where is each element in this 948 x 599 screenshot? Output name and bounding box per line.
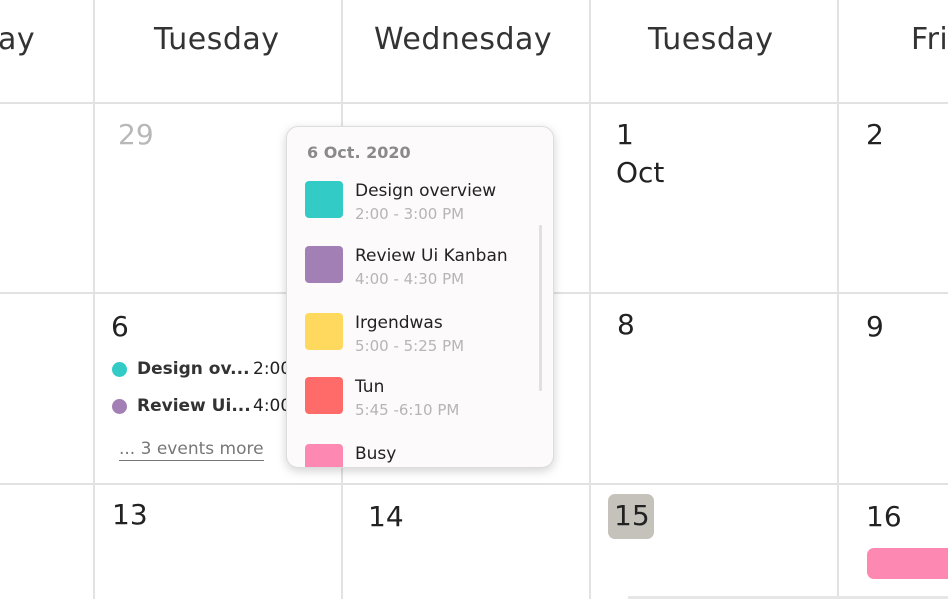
grid-vline [589,0,591,599]
cell-event-title: Review Ui... [137,396,251,416]
cell-event-review-ui[interactable]: Review Ui... 4:00 [112,395,291,417]
popup-event-title: Busy [355,444,397,464]
cell-event-title: Design ov... [137,359,250,379]
date-cell-1[interactable]: 1 [616,117,634,153]
popup-event-time: 5:45 -6:10 PM [355,401,460,419]
popup-event-time: 2:00 - 3:00 PM [355,205,465,223]
popup-event-title: Review Ui Kanban [355,246,508,266]
date-cell-8[interactable]: 8 [617,307,635,343]
event-dot-icon [112,398,127,414]
popup-event-time: 5:00 - 5:25 PM [355,337,465,355]
date-cell-14[interactable]: 14 [368,499,404,535]
day-header-wednesday: Wednesday [374,22,553,57]
popup-event-design-overview[interactable]: Design overview 2:00 - 3:00 PM [305,181,525,225]
day-header-tuesday-2: Tuesday [648,22,774,57]
popup-date: 6 Oct. 2020 [307,143,411,162]
date-cell-16[interactable]: 16 [866,499,902,535]
date-cell-9[interactable]: 9 [866,309,884,345]
busy-event-bar[interactable] [867,548,948,579]
popup-event-title: Tun [355,377,385,397]
day-header-tuesday: Tuesday [154,22,280,57]
more-events-link[interactable]: ... 3 events more [119,439,264,461]
popup-scrollbar[interactable] [539,225,542,391]
grid-vline [837,0,839,599]
date-cell-2[interactable]: 2 [866,117,884,153]
popup-event-title: Irgendwas [355,313,443,333]
event-color-swatch [305,444,343,467]
event-color-swatch [305,181,343,218]
month-label: Oct [616,156,665,189]
popup-event-irgendwas[interactable]: Irgendwas 5:00 - 5:25 PM [305,313,525,357]
date-cell-29[interactable]: 29 [118,117,154,153]
grid-hline [0,483,948,485]
popup-event-busy[interactable]: Busy [305,444,525,467]
event-color-swatch [305,377,343,414]
grid-hline [0,102,948,104]
popup-event-time: 4:00 - 4:30 PM [355,270,465,288]
date-cell-6[interactable]: 6 [111,309,129,345]
popup-event-review-ui-kanban[interactable]: Review Ui Kanban 4:00 - 4:30 PM [305,246,525,290]
cell-event-design-overview[interactable]: Design ov... 2:00 [112,358,291,380]
day-events-popup: 6 Oct. 2020 Design overview 2:00 - 3:00 … [286,126,554,468]
event-color-swatch [305,313,343,350]
day-header-partial: ay [0,22,36,57]
date-cell-15-today[interactable]: 15 [614,498,650,534]
event-dot-icon [112,361,127,377]
event-color-swatch [305,246,343,283]
date-cell-13[interactable]: 13 [112,497,148,533]
popup-event-title: Design overview [355,181,497,201]
day-header-friday: Fri [911,22,948,57]
grid-vline [93,0,95,599]
popup-event-tun[interactable]: Tun 5:45 -6:10 PM [305,377,525,421]
